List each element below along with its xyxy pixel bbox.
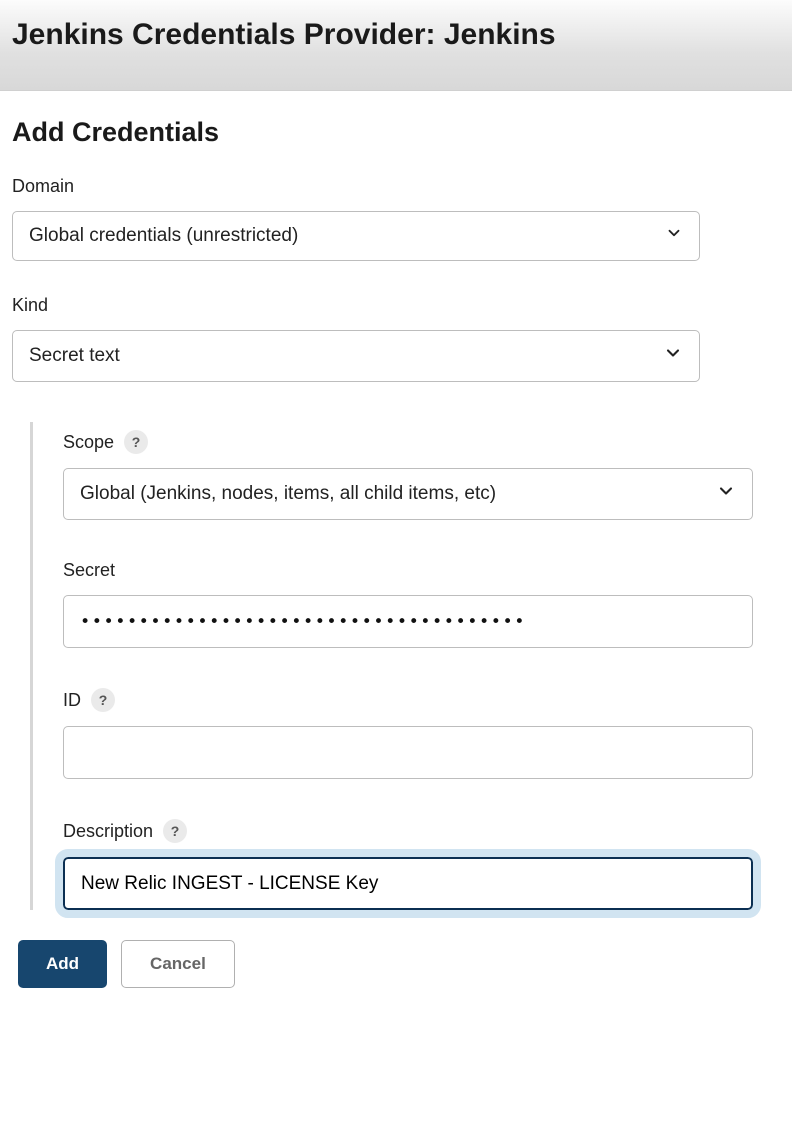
- domain-select[interactable]: Global credentials (unrestricted): [12, 211, 700, 261]
- credentials-form: Domain Global credentials (unrestricted)…: [0, 176, 792, 910]
- scope-label: Scope: [63, 432, 114, 453]
- description-input[interactable]: [63, 857, 753, 910]
- id-field-group: ID ?: [63, 688, 780, 779]
- scope-select[interactable]: Global (Jenkins, nodes, items, all child…: [63, 468, 753, 520]
- scope-selected-value: Global (Jenkins, nodes, items, all child…: [80, 483, 496, 505]
- domain-selected-value: Global credentials (unrestricted): [29, 225, 298, 247]
- add-button[interactable]: Add: [18, 940, 107, 988]
- scope-field-group: Scope ? Global (Jenkins, nodes, items, a…: [63, 430, 780, 520]
- modal-header: Jenkins Credentials Provider: Jenkins: [0, 0, 792, 91]
- chevron-down-icon: [665, 224, 683, 248]
- kind-field-group: Kind Secret text: [12, 295, 780, 382]
- help-icon[interactable]: ?: [91, 688, 115, 712]
- secret-input[interactable]: ••••••••••••••••••••••••••••••••••••••: [63, 595, 753, 648]
- chevron-down-icon: [716, 481, 736, 507]
- description-field-group: Description ?: [63, 819, 780, 910]
- domain-label: Domain: [12, 176, 780, 197]
- secret-text-config: Scope ? Global (Jenkins, nodes, items, a…: [30, 422, 780, 910]
- secret-masked-value: ••••••••••••••••••••••••••••••••••••••: [80, 612, 526, 632]
- kind-selected-value: Secret text: [29, 345, 120, 367]
- id-input[interactable]: [63, 726, 753, 779]
- kind-label: Kind: [12, 295, 780, 316]
- chevron-down-icon: [663, 343, 683, 369]
- help-icon[interactable]: ?: [163, 819, 187, 843]
- cancel-button[interactable]: Cancel: [121, 940, 235, 988]
- secret-field-group: Secret •••••••••••••••••••••••••••••••••…: [63, 560, 780, 648]
- secret-label: Secret: [63, 560, 780, 581]
- modal-title: Jenkins Credentials Provider: Jenkins: [12, 18, 780, 52]
- action-buttons: Add Cancel: [0, 910, 792, 1008]
- id-label: ID: [63, 690, 81, 711]
- domain-field-group: Domain Global credentials (unrestricted): [12, 176, 780, 261]
- description-text-field[interactable]: [81, 873, 735, 895]
- section-title: Add Credentials: [12, 117, 780, 148]
- description-label: Description: [63, 821, 153, 842]
- help-icon[interactable]: ?: [124, 430, 148, 454]
- id-text-field[interactable]: [80, 742, 736, 764]
- kind-select[interactable]: Secret text: [12, 330, 700, 382]
